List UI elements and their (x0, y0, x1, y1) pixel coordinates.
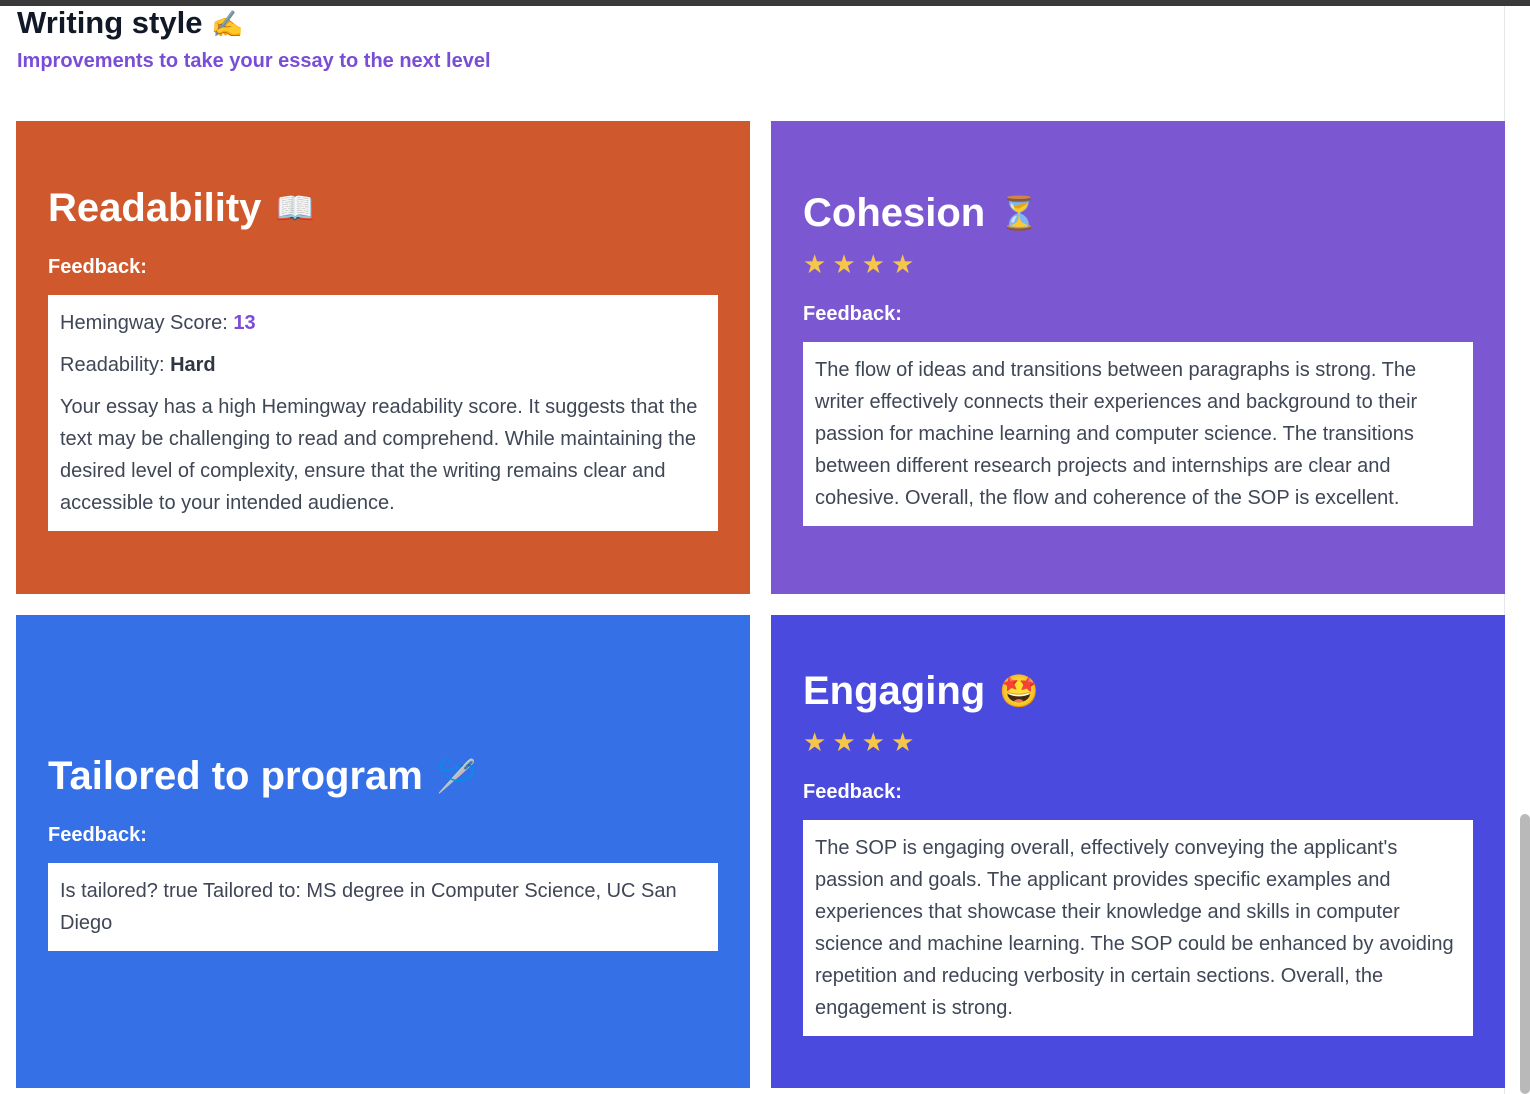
tailored-title: Tailored to program 🪡 (48, 753, 718, 799)
tailored-feedback-label: Feedback: (48, 823, 147, 846)
cohesion-title: Cohesion ⏳ (803, 190, 1473, 236)
star-icon: ★ (890, 248, 915, 279)
section-title-text: Writing style (17, 5, 203, 40)
readability-level-label: Readability: (60, 353, 165, 376)
section-header: Writing style ✍️ Improvements to take yo… (17, 6, 491, 73)
readability-level-line: Readability: Hard (60, 349, 706, 381)
tailored-card: Tailored to program 🪡 Feedback: Is tailo… (16, 615, 750, 1088)
hemingway-score-label: Hemingway Score: (60, 311, 228, 334)
readability-feedback-text: Your essay has a high Hemingway readabil… (60, 395, 698, 514)
readability-title-text: Readability (48, 185, 262, 230)
star-icon: ★ (861, 726, 885, 757)
star-struck-icon: 🤩 (999, 672, 1040, 709)
cohesion-star-rating: ★ ★ ★ ★ (803, 250, 1473, 278)
engaging-card: Engaging 🤩 ★ ★ ★ ★ Feedback: The SOP is eng… (771, 615, 1505, 1088)
star-icon: ★ (803, 248, 827, 279)
cohesion-feedback-label: Feedback: (803, 302, 902, 325)
writing-style-cards: Readability 📖 Feedback: Hemingway Score:… (16, 121, 1505, 1088)
engaging-feedback-box: The SOP is engaging overall, effectively… (803, 819, 1473, 1036)
readability-feedback-box: Hemingway Score: 13 Readability: Hard Yo… (48, 294, 718, 531)
sewing-needle-icon: 🪡 (436, 757, 477, 794)
section-title: Writing style ✍️ (17, 6, 491, 41)
engaging-star-rating: ★ ★ ★ ★ (803, 728, 1473, 756)
readability-title: Readability 📖 (48, 185, 718, 231)
engaging-feedback-label: Feedback: (803, 780, 902, 803)
star-icon: ★ (861, 248, 885, 279)
star-icon: ★ (832, 248, 856, 279)
engaging-title-text: Engaging (803, 668, 986, 713)
readability-card: Readability 📖 Feedback: Hemingway Score:… (16, 121, 750, 594)
hourglass-icon: ⏳ (999, 194, 1040, 231)
tailored-feedback-box: Is tailored? true Tailored to: MS degree… (48, 862, 718, 951)
cohesion-feedback-box: The flow of ideas and transitions betwee… (803, 341, 1473, 526)
scrollbar-thumb[interactable] (1520, 814, 1530, 1094)
star-icon: ★ (803, 726, 827, 757)
engaging-title: Engaging 🤩 (803, 668, 1473, 714)
section-subtitle: Improvements to take your essay to the n… (17, 50, 491, 72)
cohesion-title-text: Cohesion (803, 190, 986, 235)
star-icon: ★ (890, 726, 915, 757)
tailored-feedback-text: Is tailored? true Tailored to: MS degree… (60, 879, 677, 934)
readability-feedback-label: Feedback: (48, 255, 147, 278)
open-book-icon: 📖 (275, 189, 316, 226)
writing-hand-icon: ✍️ (211, 9, 244, 39)
tailored-title-text: Tailored to program (48, 753, 423, 798)
cohesion-feedback-text: The flow of ideas and transitions betwee… (815, 358, 1418, 509)
cohesion-card: Cohesion ⏳ ★ ★ ★ ★ Feedback: The flow of id… (771, 121, 1505, 594)
star-icon: ★ (832, 726, 856, 757)
readability-level-value: Hard (170, 353, 216, 376)
hemingway-score-line: Hemingway Score: 13 (60, 307, 706, 339)
hemingway-score-value: 13 (233, 311, 256, 334)
engaging-feedback-text: The SOP is engaging overall, effectively… (815, 836, 1454, 1019)
